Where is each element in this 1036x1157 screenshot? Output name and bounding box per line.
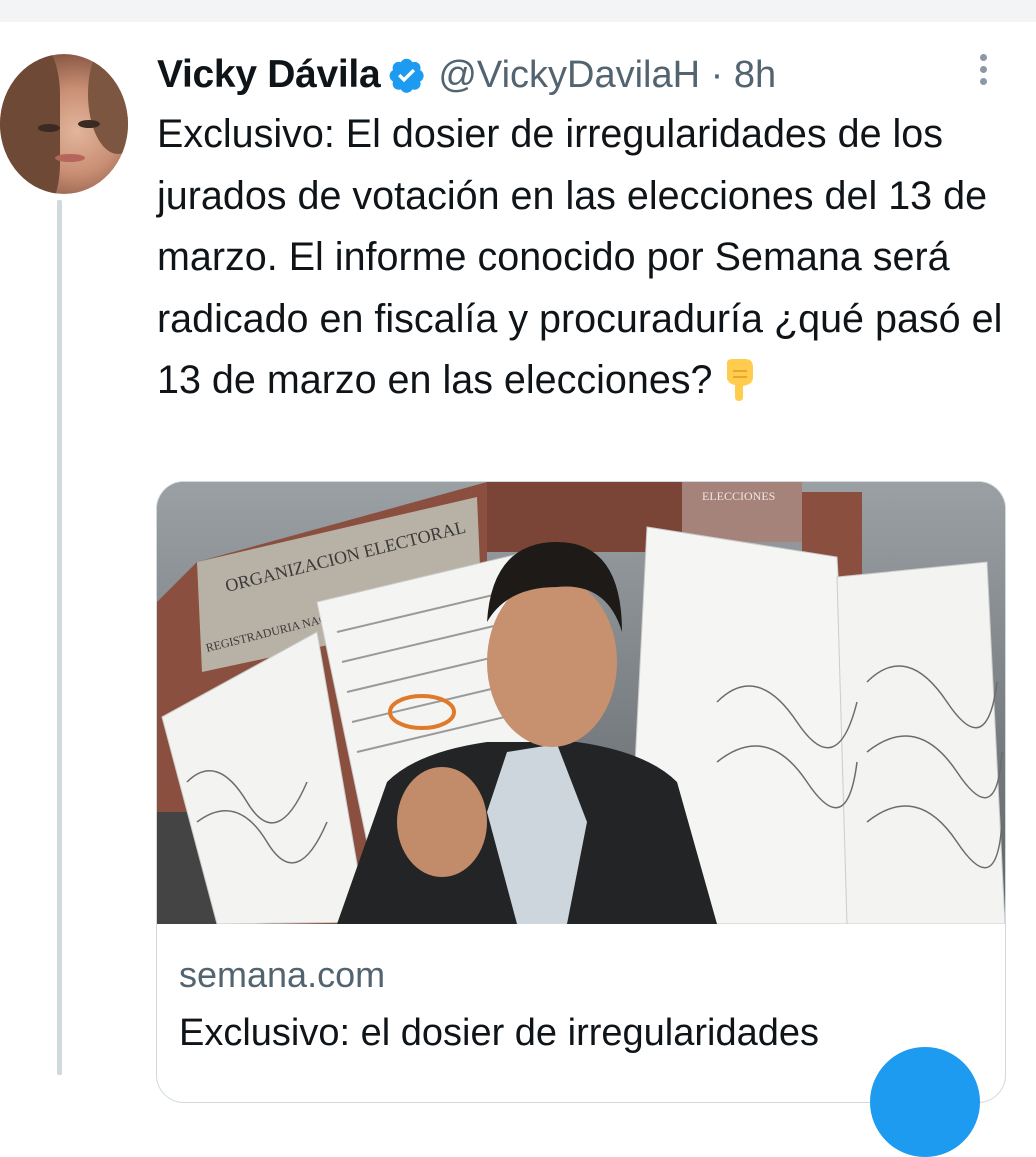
tweet-text: Exclusivo: El dosier de irregularidades … xyxy=(157,104,1017,412)
top-status-band xyxy=(0,0,1036,22)
avatar[interactable] xyxy=(0,54,128,194)
verified-badge-icon xyxy=(389,58,424,93)
more-options-icon[interactable] xyxy=(976,52,990,88)
tweet-body: Exclusivo: El dosier de irregularidades … xyxy=(157,112,1003,402)
compose-fab-icon[interactable] xyxy=(870,1047,980,1157)
card-image[interactable]: ORGANIZACION ELECTORAL REGISTRADURIA NAC… xyxy=(157,482,1005,924)
building-banner: ELECCIONES xyxy=(702,489,775,503)
link-card[interactable]: ORGANIZACION ELECTORAL REGISTRADURIA NAC… xyxy=(156,481,1006,1103)
tweet-header: Vicky Dávila @VickyDavilaH · 8h xyxy=(157,50,776,100)
handle-and-time[interactable]: @VickyDavilaH · 8h xyxy=(438,54,776,97)
pointing-down-emoji xyxy=(726,359,753,401)
thread-line xyxy=(57,200,62,1075)
card-photo: ORGANIZACION ELECTORAL REGISTRADURIA NAC… xyxy=(157,482,1005,924)
card-title: Exclusivo: el dosier de irregularidades xyxy=(179,1012,819,1054)
card-domain: semana.com xyxy=(179,954,386,995)
author-name[interactable]: Vicky Dávila xyxy=(157,53,381,97)
